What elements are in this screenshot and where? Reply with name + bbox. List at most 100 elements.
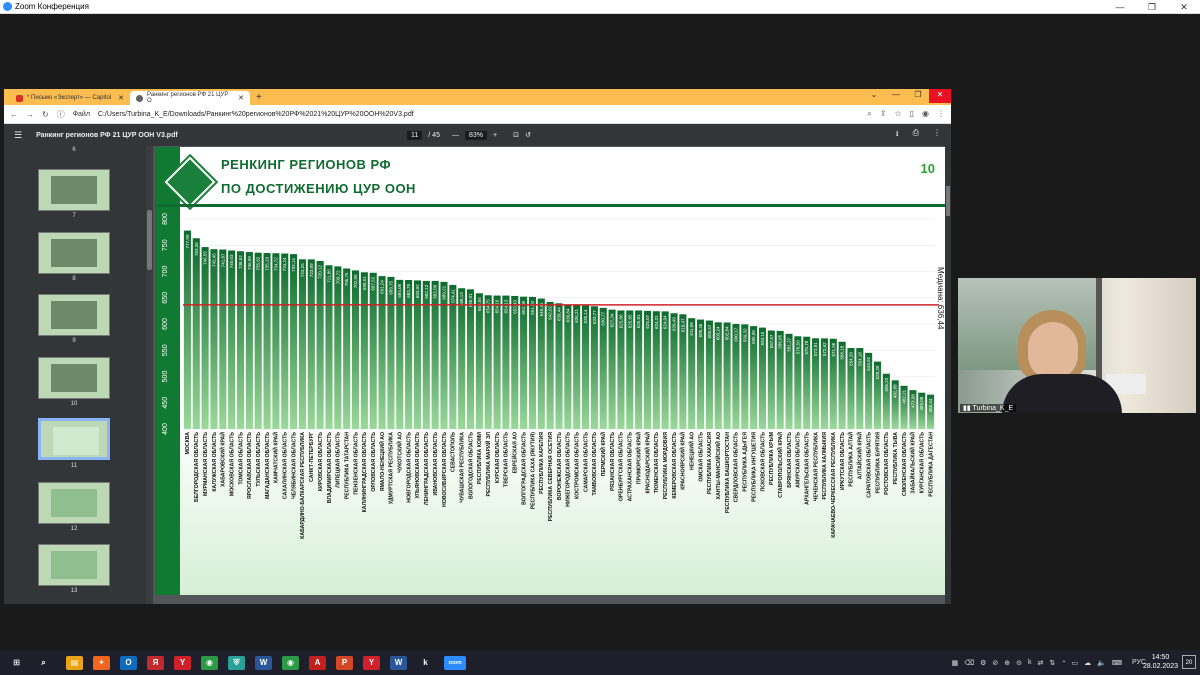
zoom-out-button[interactable]: — [452, 132, 459, 139]
x-category-label: РОСТОВСКАЯ ОБЛАСТЬ [884, 432, 890, 495]
tray-icon[interactable]: ⊘ [992, 659, 998, 667]
bar-value-label: 738,52 [238, 255, 243, 269]
tray-icon[interactable]: ▭ [1072, 659, 1079, 667]
tray-icon[interactable]: ⌨ [1112, 659, 1122, 667]
bar-value-label: 633,77 [592, 310, 597, 324]
tray-icon[interactable]: ▦ [952, 659, 959, 667]
taskbar-app-icon[interactable]: ✦ [93, 655, 110, 670]
bar-value-label: 581,27 [787, 337, 792, 351]
thumbnail-page-10[interactable] [38, 357, 110, 399]
tray-icon[interactable]: k [1028, 659, 1032, 666]
x-category-label: ЧУВАШСКАЯ РЕСПУБЛИКА [459, 432, 465, 503]
taskbar-app-icon[interactable]: ⌕ [35, 656, 52, 670]
thumbnail-page-11[interactable] [38, 418, 110, 460]
page-number-input[interactable]: 11 [407, 130, 423, 140]
download-icon[interactable]: ⭳ [896, 128, 899, 142]
taskbar-app-icon[interactable]: O [120, 655, 137, 670]
tray-icon[interactable]: ◔ [1061, 659, 1065, 666]
bar-value-label: 595,96 [751, 330, 756, 344]
x-category-label: ЧЕЧЕНСКАЯ РЕСПУБЛИКА [813, 432, 819, 502]
thumbnail-page-9[interactable] [38, 294, 110, 336]
more-icon[interactable]: ⋮ [933, 128, 941, 142]
url-input[interactable]: C:/Users/Turbina_K_E/Downloads/Ранкинг%2… [98, 111, 414, 118]
participant-video[interactable]: ▮▮ Turbina_K_E [958, 278, 1196, 413]
thumbnail-scrollbar[interactable] [146, 146, 153, 604]
forward-icon[interactable]: → [26, 110, 34, 119]
bar-value-label: 680,21 [441, 285, 446, 299]
back-icon[interactable]: ← [10, 110, 18, 119]
bar [192, 238, 200, 429]
close-tab-icon[interactable]: ✕ [238, 94, 244, 102]
thumbnail-label: 12 [70, 526, 78, 532]
share-icon[interactable]: ⇪ [880, 109, 887, 119]
taskbar-app-icon[interactable]: ◉ [282, 655, 299, 670]
browser-maximize-button[interactable]: ❐ [907, 89, 929, 103]
zoom-page-icon[interactable]: ⌕ [867, 109, 871, 119]
y-tick-label: 450 [162, 397, 169, 409]
x-category-label: РЕСПУБЛИКА МОРДОВИЯ [663, 432, 669, 500]
bar-value-label: 571,96 [831, 342, 836, 356]
taskbar-app-icon[interactable]: P [336, 655, 353, 670]
tray-icon[interactable]: ⇄ [1038, 659, 1044, 667]
reload-icon[interactable]: ↻ [42, 110, 49, 119]
taskbar-app-icon[interactable]: ◉ [201, 655, 218, 670]
browser-menu-icon[interactable]: ⋮ [937, 109, 945, 119]
minimize-button[interactable]: — [1104, 0, 1136, 14]
print-icon[interactable]: ⎙ [913, 128, 919, 142]
tray-icon[interactable]: ⚙ [980, 659, 986, 667]
taskbar-app-icon[interactable]: Y [174, 655, 191, 670]
taskbar-app-icon[interactable]: W [390, 655, 407, 670]
tab-email[interactable]: * Письмо «Эксперт» — Capitol ✕ [10, 91, 130, 105]
tray-icon[interactable]: ⊕ [1004, 659, 1010, 667]
tray-icon[interactable]: ⊝ [1016, 659, 1022, 667]
thumbnail-page-13[interactable] [38, 544, 110, 586]
rotate-icon[interactable]: ↺ [525, 131, 531, 139]
taskbar-app-icon[interactable]: Я [147, 655, 164, 670]
taskbar-app-icon[interactable]: k [417, 656, 434, 670]
outline-menu-icon[interactable]: ☰ [14, 130, 22, 141]
bar [236, 251, 245, 429]
bookmark-star-icon[interactable]: ☆ [894, 109, 901, 119]
fit-page-icon[interactable]: ⊡ [513, 131, 519, 139]
bar [396, 279, 404, 429]
clock[interactable]: 14:50 28.02.2023 [1143, 653, 1178, 671]
info-icon[interactable]: ⓘ [57, 109, 65, 120]
taskbar-app-icon[interactable]: A [309, 655, 326, 670]
taskbar-app-icon[interactable]: zoom [444, 655, 466, 670]
bar-value-label: 606,57 [707, 324, 712, 338]
taskbar-app-icon[interactable]: ⊞ [8, 656, 25, 670]
x-category-label: АЛТАЙСКИЙ КРАЙ [856, 432, 864, 479]
x-category-label: ХАБАРОВСКИЙ КРАЙ [219, 432, 227, 487]
zoom-level-input[interactable]: 83% [464, 130, 487, 140]
taskbar-app-icon[interactable]: Y [363, 655, 380, 670]
tab-search-icon[interactable]: ⌄ [863, 89, 885, 103]
tab-pdf[interactable]: Ранкинг регионов РФ 21 ЦУР О ✕ [130, 91, 250, 105]
notification-icon[interactable]: 20 [1182, 655, 1196, 669]
tray-icon[interactable]: ⌫ [964, 659, 974, 667]
tab-label: Ранкинг регионов РФ 21 ЦУР О [146, 92, 229, 104]
maximize-button[interactable]: ❐ [1136, 0, 1168, 14]
tray-icon[interactable]: 🔈 [1097, 659, 1106, 667]
page-scrollbar[interactable] [945, 146, 951, 604]
browser-minimize-button[interactable]: — [885, 89, 907, 103]
taskbar-app-icon[interactable]: ⛨ [228, 655, 245, 670]
globe-icon [136, 94, 143, 102]
thumbnail-page-12[interactable] [38, 482, 110, 524]
sidebar-icon[interactable]: ▯ [910, 109, 914, 119]
taskbar-app-icon[interactable]: ▤ [66, 655, 83, 670]
browser-close-button[interactable]: ✕ [929, 89, 951, 103]
taskbar-app-icon[interactable]: W [255, 655, 272, 670]
close-tab-icon[interactable]: ✕ [118, 94, 124, 102]
x-category-label: ЗАБАЙКАЛЬСКИЙ КРАЙ [909, 432, 917, 494]
bar-value-label: 587,57 [769, 334, 774, 348]
thumbnail-page-7[interactable] [38, 169, 110, 211]
zoom-in-button[interactable]: + [493, 132, 497, 139]
close-button[interactable]: ✕ [1168, 0, 1200, 14]
tray-icon[interactable]: ☁ [1084, 659, 1091, 667]
profile-icon[interactable]: ◉ [922, 109, 929, 119]
bar-value-label: 763,36 [194, 242, 199, 256]
tray-icon[interactable]: ⇅ [1049, 659, 1055, 667]
new-tab-button[interactable]: + [250, 91, 268, 105]
zoom-titlebar: Zoom Конференция — ❐ ✕ [0, 0, 1200, 14]
thumbnail-page-8[interactable] [38, 232, 110, 274]
